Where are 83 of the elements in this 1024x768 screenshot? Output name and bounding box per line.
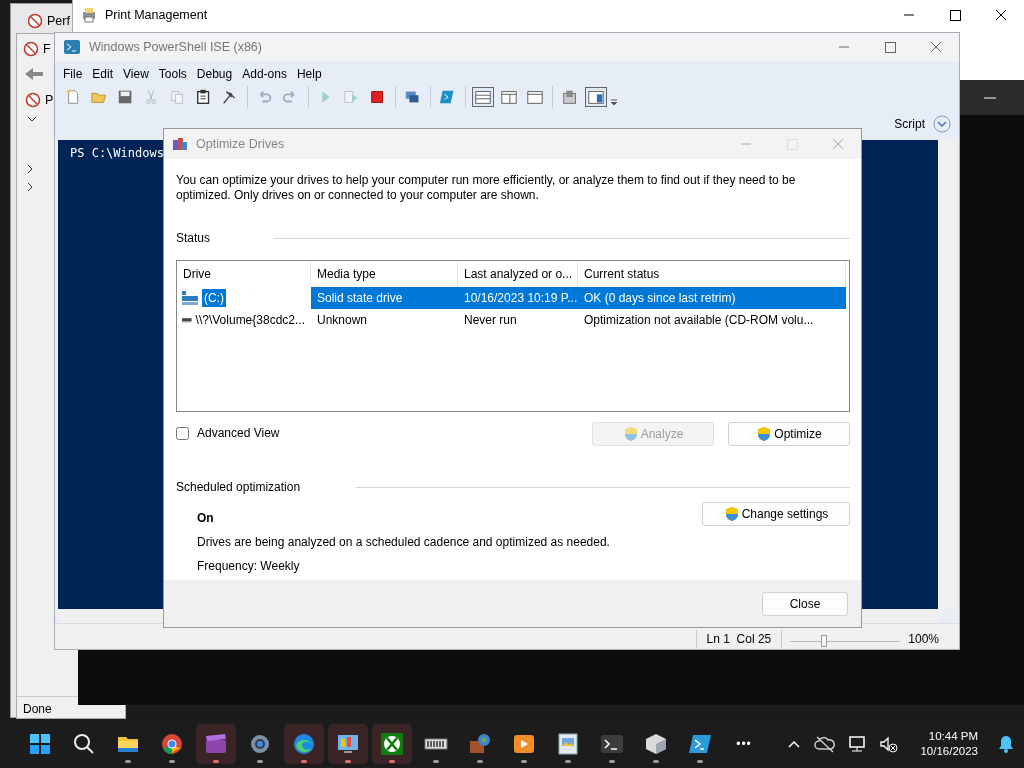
section-heading: Scheduled optimization [176,479,301,496]
menu-item[interactable]: Tools [153,63,192,85]
frequency-text: Frequency: Weekly [197,558,301,575]
no-entry-icon [23,41,39,58]
menu-item[interactable]: Debug [191,63,238,85]
back-arrow-icon[interactable] [23,66,45,81]
window-title: Print Management [105,6,208,24]
tree-item[interactable]: P [45,90,54,110]
status-text: Done [23,702,52,716]
cube-icon [644,732,668,756]
menu-item[interactable]: Help [291,63,327,85]
taskbar-button[interactable] [284,724,324,764]
zoom-level: 100% [908,631,939,648]
checkbox-label: Advanced View [197,425,280,442]
clock-time[interactable]: 10:44 PM [928,729,978,744]
media-player-icon [512,732,536,756]
printer-icon [81,7,97,23]
picture-window-icon [556,732,580,756]
pane-toggle-icon[interactable] [585,87,607,107]
gear-icon [248,732,272,756]
pane-layout-icon[interactable] [472,87,494,107]
more-button[interactable]: ••• [724,724,764,764]
column-header[interactable]: Drive [177,261,311,287]
schedule-description: Drives are being analyzed on a scheduled cadence and optimized as needed. [197,534,610,551]
chevron-right-icon[interactable] [27,163,35,174]
cloud-off-icon[interactable] [814,734,837,754]
window-title: Windows PowerShell ISE (x86) [89,38,262,56]
taskbar-button[interactable] [328,724,368,764]
browser-icon [160,732,184,756]
table-cell: Solid state drive [311,287,458,309]
table-cell-text: \\?\Volume{38cdc2... [195,312,305,329]
clock-date[interactable]: 10/16/2023 [920,744,978,759]
xbox-icon [380,732,404,756]
slider-thumb[interactable] [821,635,828,647]
menu-item[interactable]: File [58,63,88,85]
change-settings-button[interactable]: Change settings [702,502,850,526]
window-title: Perf [47,13,70,30]
table-cell: OK (0 days since last retrim) [578,287,846,309]
scrollbar[interactable] [938,140,955,609]
speaker-muted-icon[interactable] [878,734,901,754]
table-cell: 10/16/2023 10:19 P... [458,287,578,309]
search-icon [72,732,96,756]
shield-icon [622,426,639,442]
no-entry-icon [25,92,41,109]
powershell-icon [63,39,81,55]
defrag-icon [172,136,188,152]
expand-chevron-icon[interactable] [933,115,951,133]
chevron-down-icon[interactable] [27,115,37,124]
no-entry-icon [27,13,43,30]
list-row[interactable]: (C:) Solid state drive 10/16/2023 10:19 P... OK (0 days since last retrim) [177,287,849,309]
schedule-state: On [197,510,215,527]
chevron-right-icon[interactable] [27,181,35,192]
shield-icon [723,506,740,522]
taskbar-button[interactable] [372,724,412,764]
monitor-chart-icon [336,732,360,756]
optimize-button[interactable]: Optimize [728,422,850,446]
drive-icon [182,291,198,305]
cursor-position: Ln 1 Col 25 [695,630,783,648]
powershell-icon [688,732,712,756]
table-cell-text: Unknown [316,312,369,329]
intro-text: You can optimize your drives to help your computer run more efficiently, or analyze them to find out if they need to be optimized. Only drives on or connected to your computer are shown. [176,173,797,203]
edge-icon [292,732,316,756]
shield-icon [756,426,773,442]
console-prompt: PS C:\Windows [70,146,164,160]
table-cell-text: Optimization not available (CD-ROM volu... [583,312,815,329]
clapperboard-icon [204,732,228,756]
pane-label: Script [894,116,925,133]
table-cell-text: Never run [463,312,518,329]
menu-item[interactable]: Edit [87,63,119,85]
section-heading: Status [176,230,212,247]
overflow-caret-icon[interactable] [609,97,619,107]
table-cell: (C:) [202,289,226,307]
checkbox[interactable] [176,426,189,440]
window-title: Optimize Drives [196,135,285,153]
menu-item[interactable]: View [118,63,154,85]
close-button[interactable]: Close [762,591,848,616]
list-row[interactable]: \\?\Volume{38cdc2... Unknown Never run Optimization not available (CD-ROM volu... [177,309,849,331]
globe-box-icon [468,732,492,756]
window-title: F [43,41,51,58]
start-icon [28,732,52,756]
terminal-icon [600,732,624,756]
notification-bell-icon[interactable] [996,734,1016,754]
menu-item[interactable]: Add-ons [237,63,292,85]
